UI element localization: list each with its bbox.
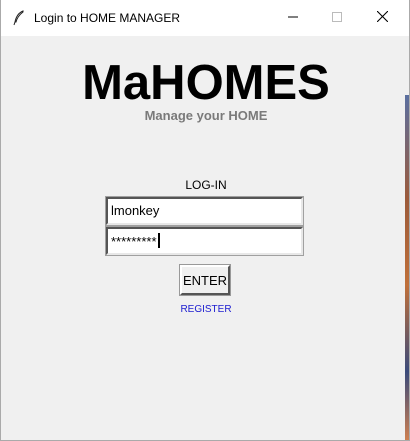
password-value: ********* (111, 234, 157, 249)
minimize-icon (288, 9, 298, 27)
window-title: Login to HOME MANAGER (34, 11, 181, 25)
password-field[interactable]: ********* (105, 226, 304, 256)
desktop-backdrop-strip (405, 95, 409, 440)
title-bar[interactable]: Login to HOME MANAGER (1, 0, 409, 36)
username-value: lmonkey (111, 203, 160, 218)
register-link[interactable]: REGISTER (1, 304, 409, 315)
close-button[interactable] (359, 0, 405, 36)
text-caret (157, 233, 160, 248)
app-logo: MaHOMES (82, 56, 330, 110)
login-heading: LOG-IN (185, 178, 227, 192)
maximize-button[interactable] (314, 0, 360, 36)
login-window: Login to HOME MANAGER MaHOMES Manage you… (0, 0, 410, 441)
close-icon (376, 9, 388, 27)
maximize-icon (332, 9, 342, 27)
enter-button-label: ENTER (182, 272, 228, 288)
app-tagline: Manage your HOME (144, 108, 268, 123)
enter-button[interactable]: ENTER (179, 264, 231, 296)
username-field[interactable]: lmonkey (105, 196, 304, 226)
minimize-button[interactable] (270, 0, 316, 36)
feather-icon (13, 10, 25, 26)
